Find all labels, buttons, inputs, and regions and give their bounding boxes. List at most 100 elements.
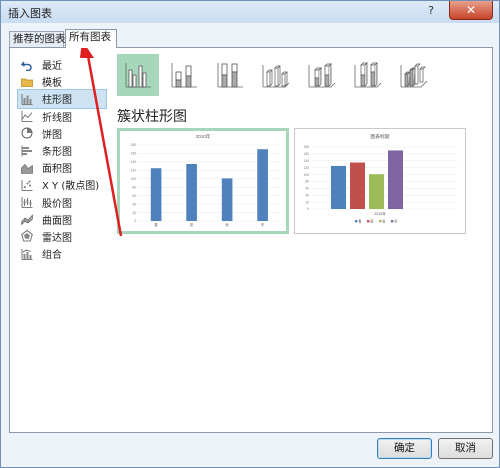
subtype-stacked-column[interactable]: [163, 54, 205, 96]
bar: [369, 174, 384, 209]
sidebar-item-pie[interactable]: 饼图: [18, 125, 106, 142]
chart-preview-1[interactable]: 2010年 180 160 140 120 100 80 60 40 20 0 春 夏 秋 冬: [117, 128, 289, 234]
column-chart-icon: [21, 93, 33, 105]
subtype-title: 簇状柱形图: [117, 109, 187, 125]
help-button[interactable]: ?: [421, 2, 441, 20]
y-tick-label: 120: [304, 166, 310, 170]
legend-swatch: [367, 220, 370, 223]
sidebar-item-surface[interactable]: 曲面图: [18, 211, 106, 228]
combo-chart-icon: [21, 248, 33, 260]
preview-2-title: 图表标题: [370, 133, 389, 140]
all-charts-panel: 最近 模板 柱形图 折线图 饼图 条形图 面积图 X Y (散点图) 股价图 曲…: [9, 47, 493, 433]
cancel-button[interactable]: 取消: [438, 438, 493, 459]
line-chart-icon: [21, 110, 33, 123]
sidebar-item-column[interactable]: 柱形图: [17, 89, 107, 109]
legend-label: 夏: [370, 218, 374, 223]
bar: [186, 164, 197, 221]
subtype-3d-clustered-column[interactable]: [255, 54, 297, 96]
bar: [221, 178, 233, 221]
percent-stacked-column-icon: [217, 63, 243, 88]
x-tick-label: 冬: [261, 222, 265, 227]
subtype-3d-column[interactable]: [393, 54, 435, 96]
tab-recommended-charts[interactable]: 推荐的图表: [9, 31, 66, 47]
sidebar-item-label: 条形图: [42, 147, 72, 159]
sidebar-item-bar[interactable]: 条形图: [18, 142, 106, 159]
clustered-column-icon: [125, 63, 151, 88]
3d-column-icon: [400, 63, 428, 88]
close-button[interactable]: ✕: [449, 1, 493, 20]
insert-chart-dialog: 插入图表 ? ✕ 推荐的图表 所有图表 最近 模板 柱形图 折线图 饼图 条形图…: [0, 0, 500, 468]
bar: [257, 149, 268, 221]
y-tick-label: 80: [305, 180, 309, 184]
sidebar-item-templates[interactable]: 模板: [18, 73, 106, 90]
stock-chart-icon: [21, 196, 33, 208]
dialog-footer: 确定 取消: [1, 433, 499, 467]
sidebar-item-combo[interactable]: 组合: [18, 245, 106, 262]
legend-swatch: [379, 220, 382, 223]
folder-icon: [21, 76, 33, 88]
y-tick-label: 20: [305, 200, 309, 204]
sidebar-item-radar[interactable]: 雷达图: [18, 228, 106, 245]
subtype-3d-100-stacked-column[interactable]: [347, 54, 389, 96]
title-bar: 插入图表 ? ✕: [1, 1, 499, 23]
ok-button[interactable]: 确定: [377, 438, 432, 459]
sidebar-item-recent[interactable]: 最近: [18, 56, 106, 73]
sidebar-item-scatter[interactable]: X Y (散点图): [18, 176, 106, 193]
area-chart-icon: [21, 162, 33, 174]
legend-swatch: [355, 220, 358, 223]
y-tick-label: 140: [304, 159, 310, 163]
chart-type-list: 最近 模板 柱形图 折线图 饼图 条形图 面积图 X Y (散点图) 股价图 曲…: [17, 56, 107, 262]
preview-1-title: 2010年: [196, 133, 211, 140]
y-tick-label: 20: [132, 211, 136, 215]
tab-all-charts[interactable]: 所有图表: [65, 29, 117, 48]
y-tick-label: 60: [305, 187, 309, 191]
undo-icon: [21, 59, 33, 71]
pie-chart-icon: [21, 127, 33, 139]
y-tick-label: 100: [304, 173, 310, 177]
y-tick-label: 160: [131, 152, 137, 156]
sidebar-item-label: 折线图: [42, 112, 72, 124]
sidebar-item-label: 柱形图: [42, 95, 72, 107]
y-tick-label: 0: [134, 219, 136, 223]
bar: [350, 162, 365, 209]
sidebar-item-label: 组合: [42, 250, 62, 262]
subtype-3d-stacked-column[interactable]: [301, 54, 343, 96]
legend-label: 秋: [382, 218, 386, 223]
radar-chart-icon: [21, 230, 33, 242]
legend-label: 冬: [394, 218, 398, 223]
x-tick-label: 秋: [225, 222, 229, 227]
y-tick-label: 120: [131, 169, 137, 173]
sidebar-item-stock[interactable]: 股价图: [18, 194, 106, 211]
y-tick-label: 100: [131, 177, 137, 181]
y-tick-label: 40: [132, 202, 136, 206]
sidebar-item-line[interactable]: 折线图: [18, 108, 106, 125]
y-tick-label: 180: [304, 145, 310, 149]
legend-label: 春: [358, 218, 362, 223]
scatter-chart-icon: [21, 179, 33, 191]
sidebar-item-area[interactable]: 面积图: [18, 159, 106, 176]
sidebar-item-label: 股价图: [42, 198, 72, 210]
subtype-clustered-column[interactable]: [117, 54, 159, 96]
x-tick-label: 春: [154, 222, 158, 227]
sidebar-item-label: 曲面图: [42, 215, 72, 227]
dialog-title: 插入图表: [8, 7, 52, 20]
y-tick-label: 180: [131, 143, 137, 147]
surface-chart-icon: [21, 213, 33, 226]
subtype-100-stacked-column[interactable]: [209, 54, 251, 96]
y-tick-label: 80: [132, 185, 136, 189]
x-tick-label: 夏: [190, 222, 194, 227]
chart-subtype-gallery: [117, 54, 428, 98]
preview-2-chart: 图表标题 2010年 180 160 140 120 100 80 60 40 20 0 春 夏 秋 冬: [304, 133, 457, 223]
3d-clustered-column-icon: [262, 65, 290, 88]
sidebar-item-label: 模板: [42, 78, 62, 90]
sidebar-item-label: X Y (散点图): [42, 181, 100, 193]
y-tick-label: 0: [307, 207, 309, 211]
3d-stacked-column-icon: [308, 63, 336, 88]
stacked-column-icon: [171, 63, 197, 88]
y-tick-label: 60: [132, 194, 136, 198]
chart-preview-2[interactable]: 图表标题 2010年 180 160 140 120 100 80 60 40 20 0 春 夏 秋 冬: [294, 128, 466, 234]
bar: [331, 165, 346, 209]
sidebar-item-label: 最近: [42, 61, 62, 73]
bar-chart-icon: [21, 145, 33, 157]
y-tick-label: 140: [131, 160, 137, 164]
